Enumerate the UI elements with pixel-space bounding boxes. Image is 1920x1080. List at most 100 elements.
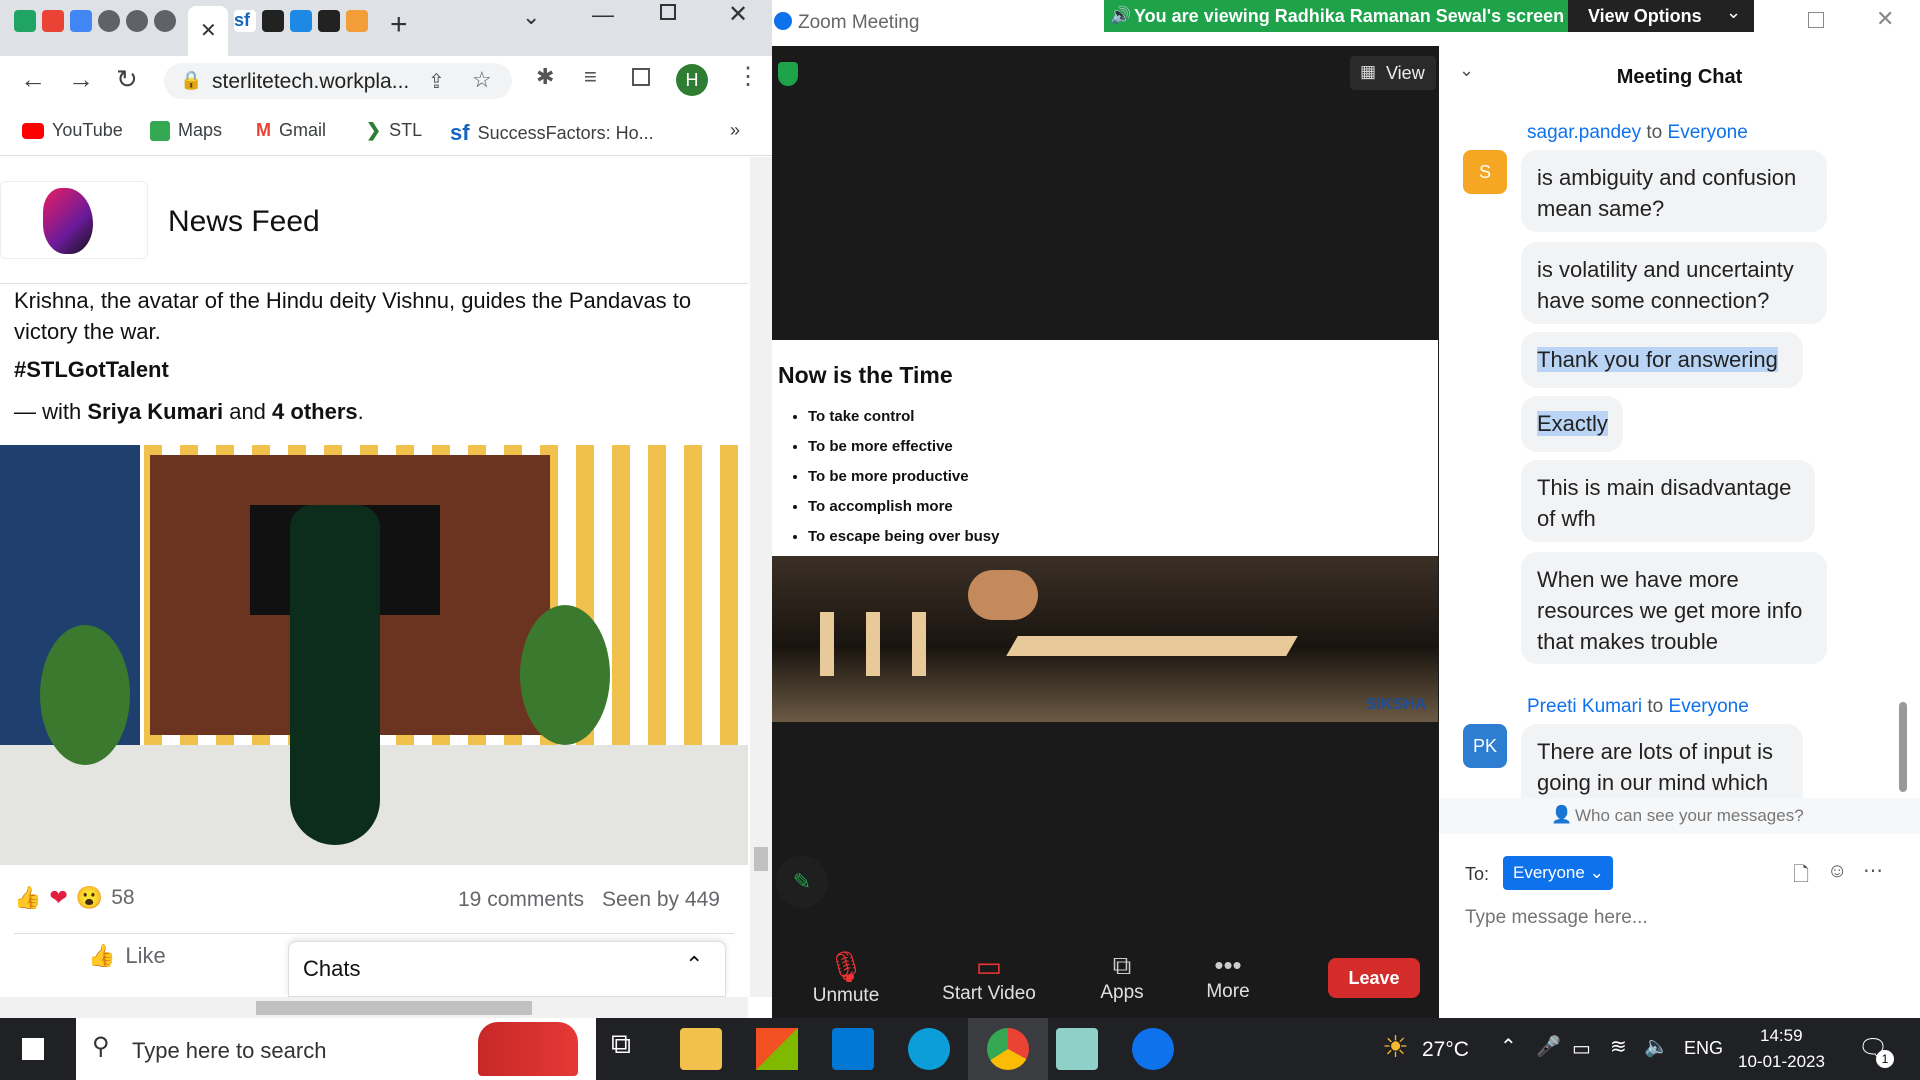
vertical-scrollbar[interactable] xyxy=(750,157,772,997)
more-options-icon[interactable]: ⋯ xyxy=(1863,858,1883,883)
tagged-person[interactable]: Sriya Kumari xyxy=(87,399,223,424)
wifi-icon[interactable]: ≋ xyxy=(1610,1034,1627,1059)
start-video-button[interactable]: ▭ Start Video xyxy=(914,950,1064,1005)
edge-icon[interactable] xyxy=(908,1028,950,1070)
scrollbar-thumb[interactable] xyxy=(754,847,768,871)
tagged-others[interactable]: 4 others xyxy=(272,399,358,424)
battery-icon[interactable]: ▭ xyxy=(1572,1036,1591,1061)
microphone-icon[interactable]: 🎤 xyxy=(1536,1034,1561,1059)
globe-tab-icon[interactable] xyxy=(98,10,120,32)
annotate-pencil-icon[interactable]: ✎ xyxy=(776,856,828,908)
app-tab-icon[interactable] xyxy=(318,10,340,32)
group-title[interactable]: News Feed xyxy=(168,205,320,239)
view-button[interactable]: ▦ View xyxy=(1350,56,1436,90)
sender-name[interactable]: Preeti Kumari xyxy=(1527,696,1642,717)
file-explorer-icon[interactable] xyxy=(680,1028,722,1070)
show-hidden-icons-chevron[interactable]: ⌃ xyxy=(1500,1034,1517,1059)
comments-count[interactable]: 19 comments xyxy=(458,888,584,912)
seen-by[interactable]: Seen by 449 xyxy=(602,888,720,912)
chat-message[interactable]: There are lots of input is going in our … xyxy=(1521,724,1803,804)
maximize-icon[interactable] xyxy=(660,4,676,20)
chat-message[interactable]: is ambiguity and confusion mean same? xyxy=(1521,150,1827,232)
bookmark-successfactors[interactable]: sf SuccessFactors: Ho... xyxy=(450,120,654,146)
clock-time[interactable]: 14:59 xyxy=(1760,1026,1803,1046)
taskbar-search[interactable]: ⚲ Type here to search xyxy=(76,1018,596,1080)
bookmark-stl[interactable]: ❯ STL xyxy=(366,120,422,141)
recipient-name[interactable]: Everyone xyxy=(1668,122,1748,143)
chats-panel[interactable]: Chats ⌃ xyxy=(288,941,726,997)
store-icon[interactable] xyxy=(756,1028,798,1070)
notepad-app-icon[interactable] xyxy=(1056,1028,1098,1070)
app-tab-icon[interactable] xyxy=(262,10,284,32)
language-indicator[interactable]: ENG xyxy=(1684,1038,1723,1059)
notification-center[interactable]: 🗨 1 xyxy=(1858,1032,1894,1068)
apps-button[interactable]: ⧉ Apps xyxy=(1080,950,1164,1004)
extensions-icon[interactable]: ✱ xyxy=(536,64,554,90)
who-can-see-bar[interactable]: 👤 Who can see your messages? xyxy=(1439,798,1920,834)
successfactors-tab-icon[interactable]: sf xyxy=(234,10,256,32)
url-text[interactable]: sterlitetech.workpla... xyxy=(212,70,409,94)
close-tab-icon[interactable]: ✕ xyxy=(200,18,217,43)
close-window-icon[interactable]: ✕ xyxy=(1876,6,1894,32)
windows-start-icon[interactable] xyxy=(22,1038,44,1060)
chat-message[interactable]: Thank you for answering xyxy=(1521,332,1803,388)
post-hashtag[interactable]: #STLGotTalent xyxy=(14,357,169,383)
new-tab-button[interactable]: + xyxy=(390,8,408,42)
mail-icon[interactable] xyxy=(832,1028,874,1070)
leave-button[interactable]: Leave xyxy=(1328,958,1420,998)
share-icon[interactable]: ⇪ xyxy=(428,69,445,94)
unmute-button[interactable]: 🎙 Unmute xyxy=(786,950,906,1007)
weather-temp[interactable]: 27°C xyxy=(1422,1038,1469,1062)
chat-input[interactable] xyxy=(1465,900,1885,936)
recipient-dropdown[interactable]: Everyone ⌄ xyxy=(1503,856,1613,890)
file-icon[interactable]: 🗋 xyxy=(1793,860,1809,894)
calendar-tab-icon[interactable] xyxy=(70,10,92,32)
sheets-tab-icon[interactable] xyxy=(14,10,36,32)
chat-message[interactable]: When we have more resources we get more … xyxy=(1521,552,1827,664)
post-video[interactable] xyxy=(0,445,748,865)
media-icon[interactable]: ≡ xyxy=(584,64,597,90)
zoom-app-icon[interactable] xyxy=(1132,1028,1174,1070)
bookmark-youtube[interactable]: YouTube xyxy=(22,120,123,141)
minimize-icon[interactable]: — xyxy=(592,2,614,28)
encryption-shield-icon[interactable] xyxy=(778,62,798,86)
bookmarks-overflow[interactable]: » xyxy=(730,120,740,141)
bookmark-star-icon[interactable]: ☆ xyxy=(472,67,492,93)
sidepanel-icon[interactable] xyxy=(632,68,650,86)
sender-name[interactable]: sagar.pandey xyxy=(1527,122,1641,143)
group-logo[interactable] xyxy=(0,181,148,259)
chat-scrollbar-thumb[interactable] xyxy=(1899,702,1907,792)
trello-tab-icon[interactable] xyxy=(290,10,312,32)
view-options-button[interactable]: View Options ⌄ xyxy=(1568,0,1754,32)
globe-tab-icon[interactable] xyxy=(154,10,176,32)
forward-icon[interactable]: → xyxy=(68,64,94,95)
reactions-summary[interactable]: 👍 ❤ 😮 58 xyxy=(14,885,135,911)
chevron-up-icon[interactable]: ⌃ xyxy=(685,952,703,978)
more-button[interactable]: ••• More xyxy=(1186,950,1270,1003)
chat-message[interactable]: This is main disadvantage of wfh xyxy=(1521,460,1815,542)
maximize-icon[interactable] xyxy=(1808,12,1824,28)
chat-message[interactable]: is volatility and uncertainty have some … xyxy=(1521,242,1827,324)
horizontal-scrollbar[interactable] xyxy=(0,997,748,1018)
emoji-icon[interactable]: ☺ xyxy=(1827,860,1847,883)
bookmark-gmail[interactable]: M Gmail xyxy=(256,120,326,141)
profile-avatar[interactable]: H xyxy=(676,64,708,96)
gmail-tab-icon[interactable] xyxy=(42,10,64,32)
app-tab-icon[interactable] xyxy=(346,10,368,32)
menu-icon[interactable]: ⋮ xyxy=(736,62,760,91)
clock-date[interactable]: 10-01-2023 xyxy=(1738,1052,1825,1072)
volume-icon[interactable]: 🔈 xyxy=(1644,1034,1669,1059)
chrome-taskbar-button[interactable] xyxy=(968,1018,1048,1080)
weather-sun-icon[interactable]: ☀ xyxy=(1382,1030,1409,1065)
address-bar[interactable]: 🔒 sterlitetech.workpla... ⇪ ☆ xyxy=(164,63,512,99)
reload-icon[interactable]: ↻ xyxy=(116,64,138,95)
bookmark-maps[interactable]: Maps xyxy=(150,120,222,141)
tab-search-chevron-icon[interactable]: ⌄ xyxy=(522,4,540,30)
scrollbar-thumb[interactable] xyxy=(256,1001,532,1015)
chat-message[interactable]: Exactly xyxy=(1521,396,1623,452)
like-button[interactable]: 👍 Like xyxy=(88,943,166,969)
back-icon[interactable]: ← xyxy=(20,64,46,95)
recipient-name[interactable]: Everyone xyxy=(1669,696,1749,717)
active-tab[interactable]: ✕ xyxy=(188,6,228,56)
task-view-icon[interactable]: ⧉ xyxy=(600,1028,642,1070)
